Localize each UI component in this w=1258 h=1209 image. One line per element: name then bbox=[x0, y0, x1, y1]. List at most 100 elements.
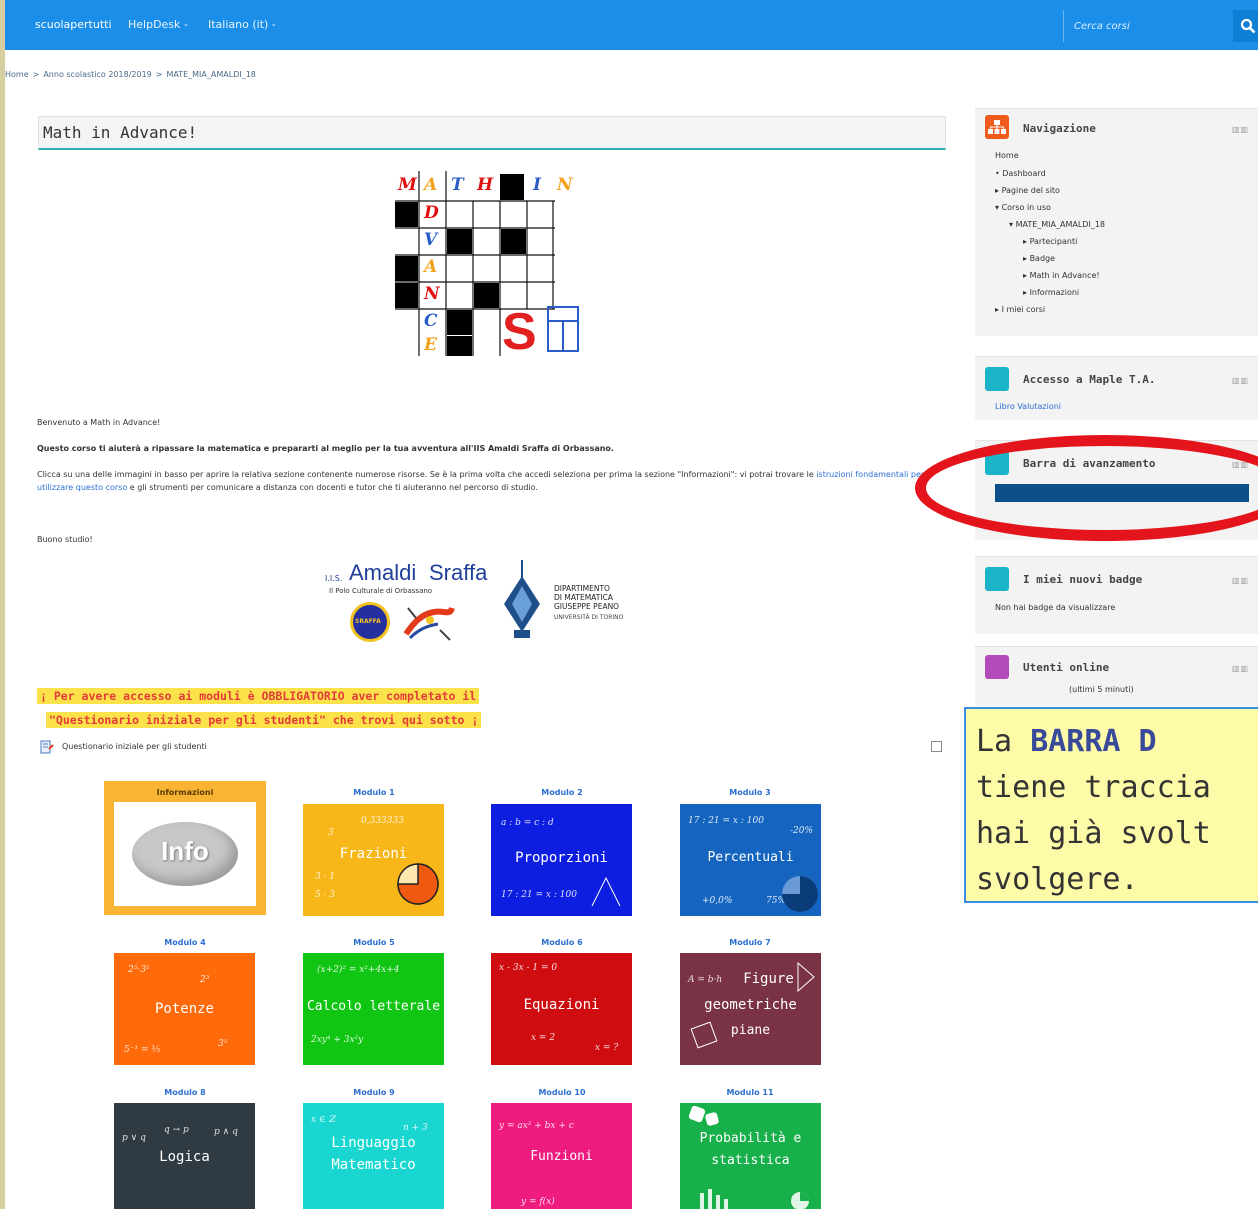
school-badge-icon: SRAFFA bbox=[350, 602, 390, 642]
tile-title: Probabilità e bbox=[699, 1131, 802, 1146]
nav-home[interactable]: Home bbox=[995, 151, 1019, 160]
tile-proporzioni[interactable]: a : b = c : d 17 : 21 = x : 100 Proporzio… bbox=[491, 804, 632, 916]
nav-my-courses[interactable]: ▸ I miei corsi bbox=[995, 305, 1045, 314]
nav-course-code[interactable]: ▾ MATE_MIA_AMALDI_18 bbox=[1009, 220, 1105, 229]
block-controls-icon[interactable]: ▥▥ bbox=[1232, 576, 1249, 585]
page: scuolapertutti HelpDesk - Italiano (it) … bbox=[0, 0, 1258, 1209]
logo-text: DIPARTIMENTO bbox=[554, 584, 610, 593]
crossword-letter: D bbox=[424, 203, 439, 223]
nav-participants[interactable]: ▸ Partecipanti bbox=[1023, 237, 1077, 246]
callout-line: tiene traccia bbox=[976, 770, 1211, 805]
tile-title: Logica bbox=[159, 1149, 210, 1165]
block-controls-icon[interactable]: ▥▥ bbox=[1232, 664, 1249, 673]
intro-paragraph: Clicca su una delle immagini in basso pe… bbox=[37, 468, 927, 494]
tower-icon bbox=[504, 560, 540, 638]
intro-closing: Buono studio! bbox=[37, 535, 93, 544]
dice-icon bbox=[688, 1105, 706, 1123]
quiz-icon bbox=[40, 740, 54, 754]
block-title: Utenti online bbox=[1023, 661, 1110, 674]
intro-welcome: Benvenuto a Math in Advance! bbox=[37, 418, 161, 427]
intro-lead: Questo corso ti aiuterà a ripassare la m… bbox=[37, 444, 614, 453]
svg-text:S: S bbox=[502, 303, 537, 355]
logo-text: Sraffa bbox=[429, 560, 488, 585]
nav-section-info[interactable]: ▸ Informazioni bbox=[1023, 288, 1079, 297]
quiz-link[interactable]: Questionario iniziale per gli studenti bbox=[62, 742, 207, 751]
tile-label: Modulo 1 bbox=[353, 788, 395, 797]
breadcrumb-year[interactable]: Anno scolastico 2018/2019 bbox=[43, 70, 151, 79]
search-icon bbox=[1240, 18, 1256, 34]
tile-calcolo-letterale[interactable]: (x+2)² = x²+4x+4 2xy⁴ + 3x²y Calcolo lett… bbox=[303, 953, 444, 1065]
block-maple: Accesso a Maple T.A. ▥▥ Libro Valutazion… bbox=[975, 356, 1258, 420]
tile-label: Modulo 9 bbox=[353, 1088, 395, 1097]
callout-line: La BARRA D bbox=[976, 724, 1157, 759]
crossword-letter: V bbox=[424, 230, 438, 250]
tile-title: Proporzioni bbox=[515, 850, 608, 866]
nav-site-pages[interactable]: ▸ Pagine del sito bbox=[995, 186, 1060, 195]
tile-funzioni[interactable]: y = ax² + bx + cy = f(x) Funzioni bbox=[491, 1103, 632, 1209]
pie-percent-icon bbox=[782, 876, 818, 912]
logo-text: SRAFFA bbox=[355, 618, 381, 625]
tile-title: Frazioni bbox=[339, 846, 408, 862]
intro-text: Clicca su una delle immagini in basso pe… bbox=[37, 470, 675, 479]
tile-percentuali[interactable]: 17 : 21 = x : 100 -20% +0,0% 75% Percentua… bbox=[680, 804, 821, 916]
pie-fraction-icon bbox=[397, 863, 439, 905]
tile-figure-geometriche[interactable]: A = b·h Figure geometriche piane bbox=[680, 953, 821, 1065]
tile-label: Modulo 7 bbox=[729, 938, 771, 947]
tile-label: Modulo 10 bbox=[538, 1088, 586, 1097]
search-input[interactable] bbox=[1064, 10, 1233, 42]
tile-title: Potenze bbox=[154, 1001, 214, 1017]
tile-potenze[interactable]: 2⁵·3² 2³ 5⁻¹ = ⅕ 3⁵ Potenze bbox=[114, 953, 255, 1065]
crossword-letter: A bbox=[424, 257, 438, 277]
tile-title: Matematico bbox=[331, 1157, 416, 1173]
tile-label: Modulo 2 bbox=[541, 788, 583, 797]
site-brand-link[interactable]: scuolapertutti bbox=[35, 18, 112, 31]
breadcrumb: Home > Anno scolastico 2018/2019 > MATE_MIA_… bbox=[5, 70, 260, 79]
breadcrumb-sep: > bbox=[155, 70, 163, 79]
completion-checkbox[interactable] bbox=[931, 741, 942, 752]
tile-label: Modulo 11 bbox=[726, 1088, 774, 1097]
callout-line: hai già svolt bbox=[976, 816, 1211, 851]
tile-probabilita-statistica[interactable]: Probabilità e statistica bbox=[680, 1103, 821, 1209]
tile-title: Info bbox=[161, 836, 209, 866]
tile-informazioni[interactable]: Informazioni Info bbox=[104, 781, 266, 915]
tile-title: Linguaggio bbox=[331, 1135, 416, 1151]
block-navigazione: Navigazione ▥▥ Home • Dashboard ▸ Pagine… bbox=[975, 108, 1258, 336]
crossword-letter: I bbox=[533, 175, 541, 195]
gradebook-link[interactable]: Libro Valutazioni bbox=[995, 402, 1061, 411]
callout-line: svolgere. bbox=[976, 862, 1139, 897]
shapes-icon bbox=[690, 961, 815, 1049]
logo-text: UNIVERSITÀ DI TORINO bbox=[554, 614, 624, 621]
block-controls-icon[interactable]: ▥▥ bbox=[1232, 376, 1249, 385]
block-online-users: Utenti online ▥▥ (ultimi 5 minuti) bbox=[975, 646, 1258, 706]
breadcrumb-course[interactable]: MATE_MIA_AMALDI_18 bbox=[166, 70, 255, 79]
helpdesk-menu[interactable]: HelpDesk - bbox=[128, 18, 188, 31]
badges-empty-text: Non hai badge da visualizzare bbox=[995, 603, 1116, 612]
block-controls-icon[interactable]: ▥▥ bbox=[1232, 125, 1249, 134]
search-button[interactable] bbox=[1233, 10, 1258, 42]
warning-line-1: ¡ Per avere accesso ai moduli è OBBLIGAT… bbox=[37, 688, 480, 704]
crossword-letter: N bbox=[557, 175, 573, 195]
tile-equazioni[interactable]: x - 3x - 1 = 0x = 2x = ? Equazioni bbox=[491, 953, 632, 1065]
logo-text: GIUSEPPE PEANO bbox=[554, 602, 620, 611]
tile-title: Percentuali bbox=[707, 850, 794, 865]
nav-section-math[interactable]: ▸ Math in Advance! bbox=[1023, 271, 1100, 280]
tile-label: Informazioni bbox=[156, 788, 214, 797]
block-badges: I miei nuovi badge ▥▥ Non hai badge da v… bbox=[975, 556, 1258, 634]
nav-dashboard[interactable]: • Dashboard bbox=[995, 169, 1046, 178]
intro-text: e gli strumenti per comunicare a distanz… bbox=[129, 483, 447, 492]
tile-frazioni[interactable]: 0,333333 3 3 · 15 · 3 Frazioni bbox=[303, 804, 444, 916]
course-title: Math in Advance! bbox=[43, 123, 198, 142]
language-menu[interactable]: Italiano (it) - bbox=[208, 18, 276, 31]
top-navbar: scuolapertutti HelpDesk - Italiano (it) … bbox=[5, 0, 1258, 50]
nav-badge[interactable]: ▸ Badge bbox=[1023, 254, 1055, 263]
tile-title: statistica bbox=[711, 1153, 790, 1168]
tile-logica[interactable]: p ∨ qq → pp ∧ q Logica bbox=[114, 1103, 255, 1209]
breadcrumb-home[interactable]: Home bbox=[5, 70, 29, 79]
tile-linguaggio-matematico[interactable]: x ∈ ℤn + 3 Linguaggio Matematico bbox=[303, 1103, 444, 1209]
nav-current-course[interactable]: ▾ Corso in uso bbox=[995, 203, 1051, 212]
online-period-text: (ultimi 5 minuti) bbox=[1069, 685, 1134, 694]
breadcrumb-sep: > bbox=[32, 70, 40, 79]
crossword-letter: A bbox=[424, 175, 438, 195]
block-title: Accesso a Maple T.A. bbox=[1023, 373, 1156, 386]
intro-text: "Informazioni": vi potrai trovare le bbox=[677, 470, 814, 479]
